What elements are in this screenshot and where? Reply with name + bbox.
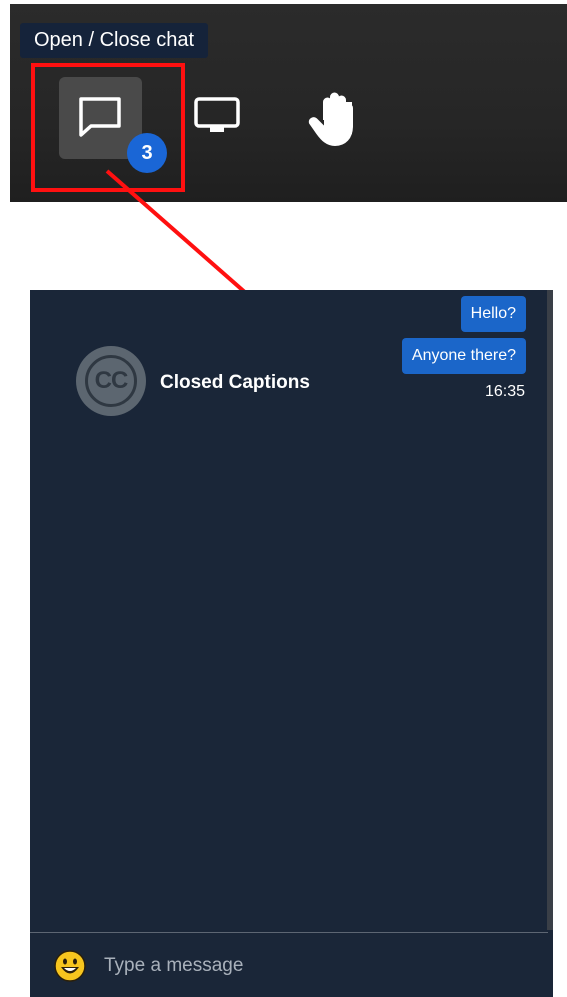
message-timestamp: 16:35 bbox=[484, 383, 525, 400]
closed-captions-avatar: CC bbox=[76, 346, 146, 416]
chat-panel: Hello? Anyone there? 16:35 CC Closed Cap… bbox=[30, 290, 553, 997]
cc-icon: CC bbox=[85, 355, 137, 407]
emoji-picker-icon[interactable] bbox=[54, 950, 86, 982]
message-composer bbox=[30, 933, 553, 997]
scrollbar[interactable] bbox=[547, 290, 553, 930]
participant-name: Closed Captions bbox=[160, 372, 310, 393]
chat-message: Hello? bbox=[460, 296, 526, 332]
chat-message: Anyone there? bbox=[401, 338, 526, 374]
message-input[interactable] bbox=[102, 949, 486, 983]
